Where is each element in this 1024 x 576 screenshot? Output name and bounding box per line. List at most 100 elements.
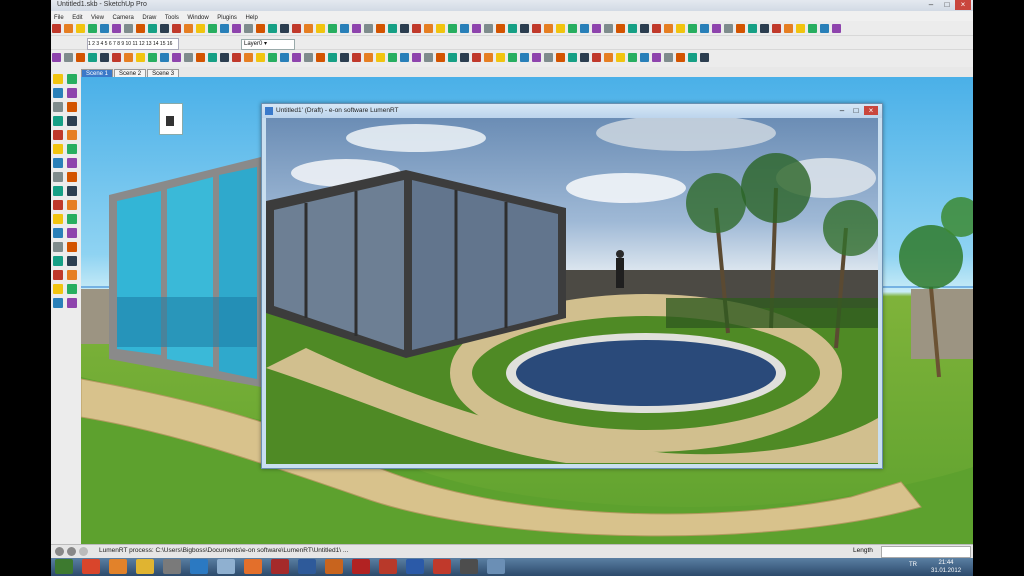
layer-select[interactable]: Layer0 ▾ [241,39,295,50]
toolbar-tool-icon[interactable] [364,24,373,33]
clock[interactable]: 21:44 31.01.2012 [931,559,961,575]
toolbar-tool-icon[interactable] [424,24,433,33]
minimize-icon[interactable]: – [923,0,939,10]
left-tool-icon[interactable] [53,102,63,112]
toolbar-tool-icon[interactable] [184,53,193,62]
toolbar-tool-icon[interactable] [592,24,601,33]
toolbar-tool-icon[interactable] [448,24,457,33]
toolbar-tool-icon[interactable] [676,53,685,62]
toolbar-tool-icon[interactable] [592,53,601,62]
word-icon[interactable] [406,559,424,574]
lumenrt-title-bar[interactable]: Untitled1' (Draft) - e-on software Lumen… [262,104,882,118]
toolbar-tool-icon[interactable] [568,53,577,62]
toolbar-tool-icon[interactable] [184,24,193,33]
toolbar-tool-icon[interactable] [604,24,613,33]
toolbar-tool-icon[interactable] [220,24,229,33]
toolbar-tool-icon[interactable] [460,24,469,33]
toolbar-tool-icon[interactable] [76,24,85,33]
left-tool-icon[interactable] [67,200,77,210]
toolbar-tool-icon[interactable] [352,53,361,62]
left-tool-icon[interactable] [53,88,63,98]
close-icon[interactable]: × [864,106,878,115]
toolbar-tool-icon[interactable] [64,24,73,33]
toolbar-tool-icon[interactable] [268,24,277,33]
toolbar-tool-icon[interactable] [472,24,481,33]
left-tool-icon[interactable] [67,284,77,294]
start-icon[interactable] [55,559,73,574]
toolbar-tool-icon[interactable] [304,53,313,62]
toolbar-tool-icon[interactable] [484,24,493,33]
left-tool-icon[interactable] [53,144,63,154]
toolbar-tool-icon[interactable] [136,53,145,62]
toolbar-tool-icon[interactable] [292,53,301,62]
credits-icon[interactable] [67,547,76,556]
length-input[interactable] [881,546,971,558]
left-tool-icon[interactable] [53,284,63,294]
illustrator-icon[interactable] [325,559,343,574]
toolbar-tool-icon[interactable] [436,53,445,62]
toolbar-tool-icon[interactable] [280,24,289,33]
toolbar-tool-icon[interactable] [112,53,121,62]
left-tool-icon[interactable] [53,228,63,238]
toolbar-tool-icon[interactable] [208,53,217,62]
toolbar-tool-icon[interactable] [292,24,301,33]
left-tool-icon[interactable] [67,270,77,280]
toolbar-tool-icon[interactable] [256,53,265,62]
toolbar-tool-icon[interactable] [772,24,781,33]
toolbar-tool-icon[interactable] [340,24,349,33]
left-tool-icon[interactable] [53,214,63,224]
toolbar-tool-icon[interactable] [736,24,745,33]
left-tool-icon[interactable] [67,228,77,238]
toolbar-tool-icon[interactable] [520,24,529,33]
toolbar-tool-icon[interactable] [652,24,661,33]
toolbar-tool-icon[interactable] [832,24,841,33]
toolbar-tool-icon[interactable] [460,53,469,62]
toolbar-tool-icon[interactable] [100,53,109,62]
toolbar-tool-icon[interactable] [160,53,169,62]
toolbar-tool-icon[interactable] [220,53,229,62]
toolbar-tool-icon[interactable] [544,24,553,33]
toolbar-tool-icon[interactable] [160,24,169,33]
toolbar-tool-icon[interactable] [148,24,157,33]
toolbar-tool-icon[interactable] [520,53,529,62]
geo-icon[interactable] [55,547,64,556]
toolbar-tool-icon[interactable] [208,24,217,33]
toolbar-tool-icon[interactable] [688,24,697,33]
toolbar-tool-icon[interactable] [124,53,133,62]
left-tool-icon[interactable] [53,158,63,168]
left-tool-icon[interactable] [67,172,77,182]
toolbar-tool-icon[interactable] [640,24,649,33]
help-icon[interactable] [79,547,88,556]
toolbar-tool-icon[interactable] [328,24,337,33]
toolbar-tool-icon[interactable] [580,24,589,33]
toolbar-tool-icon[interactable] [628,24,637,33]
toolbar-tool-icon[interactable] [340,53,349,62]
left-tool-icon[interactable] [67,186,77,196]
toolbar-tool-icon[interactable] [508,24,517,33]
toolbar-tool-icon[interactable] [556,53,565,62]
toolbar-tool-icon[interactable] [448,53,457,62]
toolbar-tool-icon[interactable] [688,53,697,62]
toolbar-tool-icon[interactable] [604,53,613,62]
left-tool-icon[interactable] [53,186,63,196]
toolbar-tool-icon[interactable] [568,24,577,33]
toolbar-tool-icon[interactable] [244,24,253,33]
toolbar-tool-icon[interactable] [664,24,673,33]
toolbar-tool-icon[interactable] [580,53,589,62]
toolbar-tool-icon[interactable] [148,53,157,62]
chrome-icon[interactable] [82,559,100,574]
close-icon[interactable]: × [955,0,971,10]
toolbar-tool-icon[interactable] [268,53,277,62]
left-tool-icon[interactable] [53,200,63,210]
toolbar-tool-icon[interactable] [616,53,625,62]
toolbar-tool-icon[interactable] [508,53,517,62]
toolbar-tool-icon[interactable] [544,53,553,62]
toolbar-tool-icon[interactable] [112,24,121,33]
toolbar-tool-icon[interactable] [124,24,133,33]
toolbar-tool-icon[interactable] [316,24,325,33]
toolbar-tool-icon[interactable] [496,53,505,62]
toolbar-tool-icon[interactable] [52,53,61,62]
toolbar-tool-icon[interactable] [412,24,421,33]
toolbar-tool-icon[interactable] [400,53,409,62]
toolbar-tool-icon[interactable] [628,53,637,62]
